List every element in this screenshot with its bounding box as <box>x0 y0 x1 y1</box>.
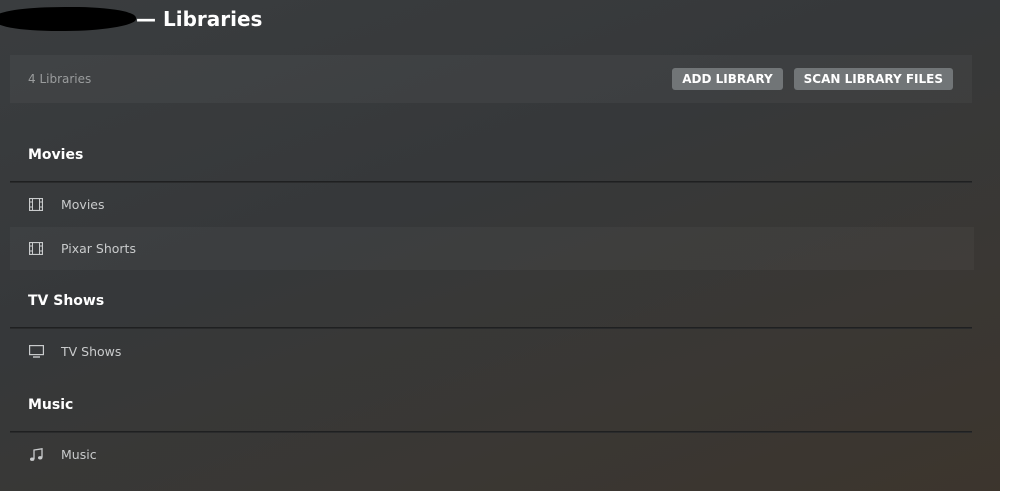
screenshot-border-right <box>1000 0 1014 493</box>
scan-library-files-button[interactable]: SCAN LIBRARY FILES <box>793 68 953 90</box>
add-library-button[interactable]: ADD LIBRARY <box>672 68 783 90</box>
library-count: 4 Libraries <box>28 72 92 86</box>
library-item-movies[interactable]: Movies <box>10 183 974 226</box>
film-icon <box>28 198 44 212</box>
libraries-toolbar: 4 Libraries ADD LIBRARY SCAN LIBRARY FIL… <box>10 55 972 103</box>
library-item-tv-shows[interactable]: TV Shows <box>10 330 974 373</box>
library-item-label: TV Shows <box>61 344 122 359</box>
library-item-label: Pixar Shorts <box>61 241 136 256</box>
music-note-icon <box>28 447 44 462</box>
monitor-icon <box>28 345 44 359</box>
section-divider <box>10 327 972 329</box>
section-title: TV Shows <box>28 293 105 309</box>
library-item-label: Movies <box>61 197 105 212</box>
library-item-pixar-shorts[interactable]: Pixar Shorts <box>10 227 974 270</box>
section-title: Movies <box>28 147 84 163</box>
redacted-server-name <box>0 5 137 33</box>
section-title: Music <box>28 397 74 413</box>
page-header: — Libraries <box>0 3 262 35</box>
library-item-label: Music <box>61 447 97 462</box>
page-title: — Libraries <box>136 7 263 31</box>
film-icon <box>28 242 44 256</box>
library-item-music[interactable]: Music <box>10 433 974 476</box>
